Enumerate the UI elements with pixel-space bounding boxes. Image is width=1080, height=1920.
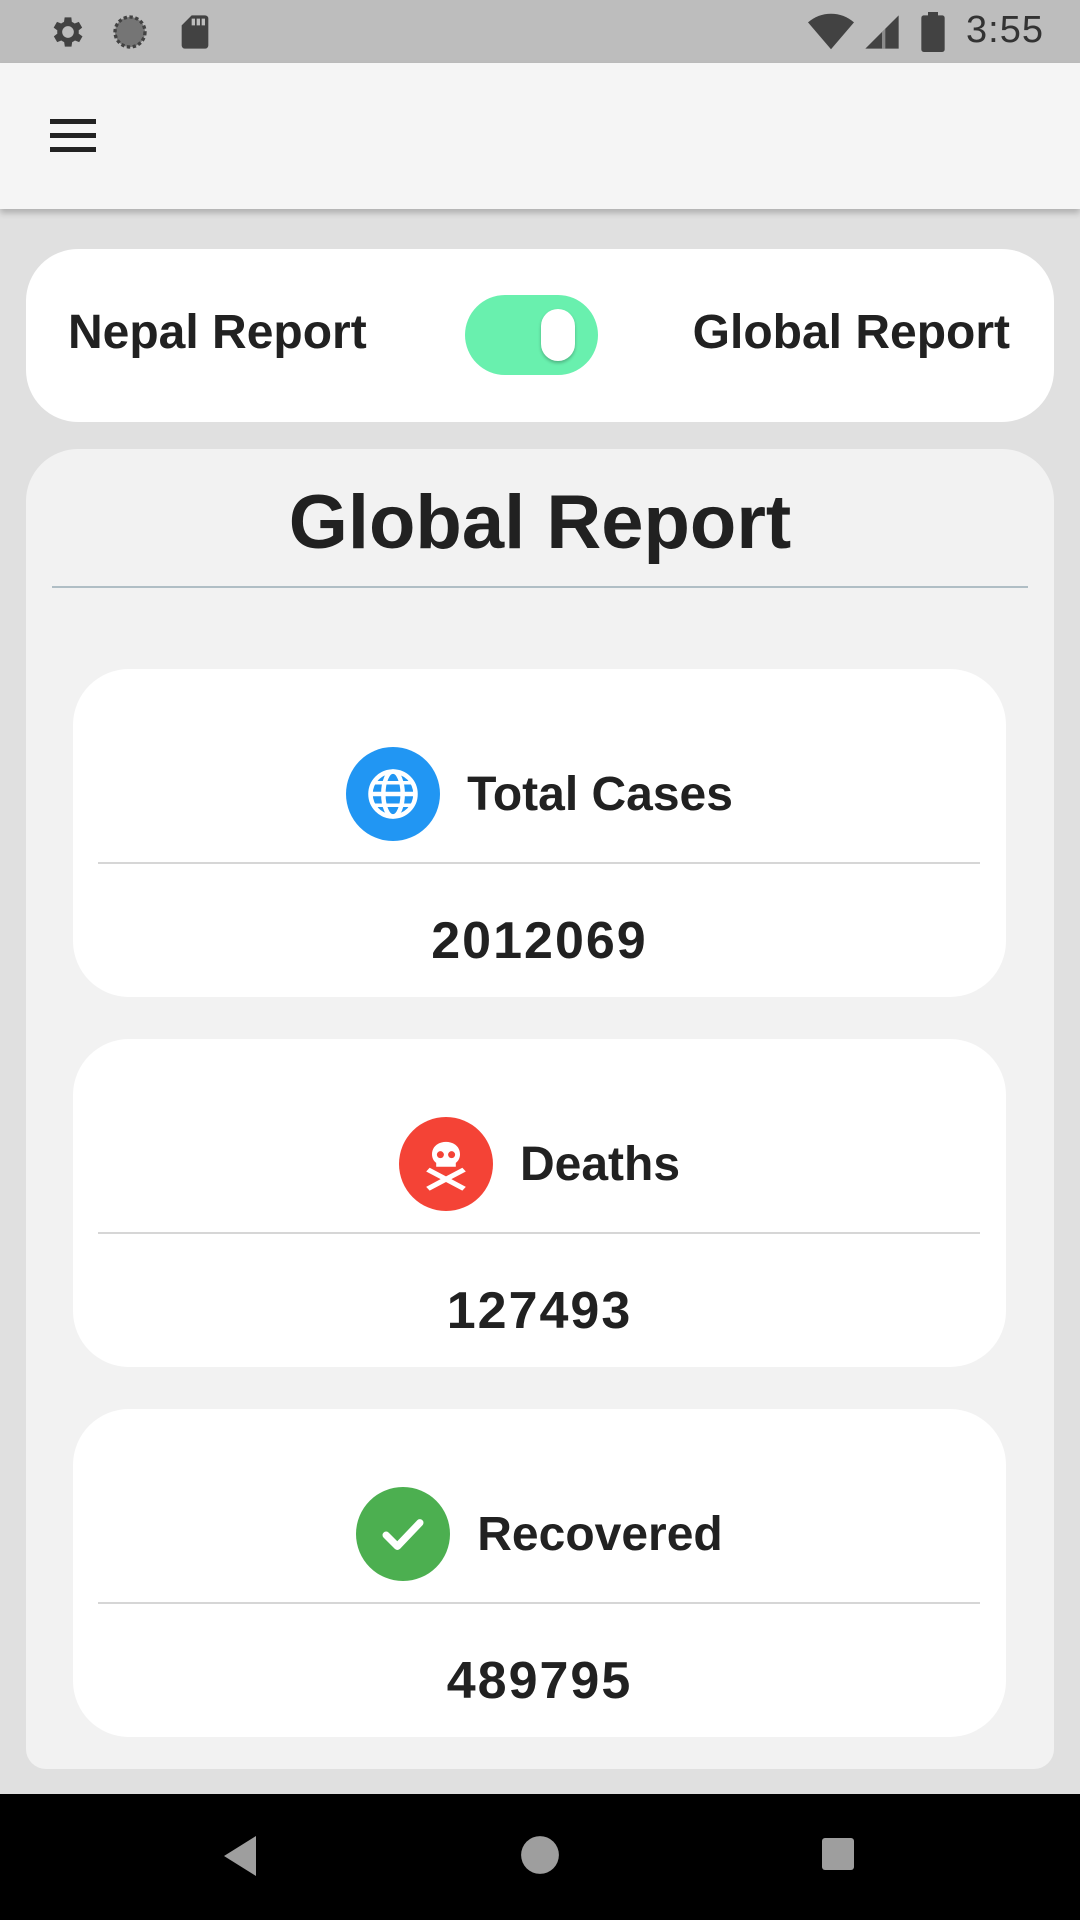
switch-knob xyxy=(541,309,575,361)
stat-header: Recovered xyxy=(73,1487,1006,1581)
stat-header: Total Cases xyxy=(73,747,1006,841)
stat-value: 2012069 xyxy=(431,912,648,970)
stat-card-deaths: Deaths 127493 xyxy=(73,1039,1006,1367)
stat-label: Total Cases xyxy=(467,767,733,821)
global-report-label: Global Report xyxy=(692,306,1010,359)
report-toggle-switch[interactable] xyxy=(465,295,598,375)
wifi-icon xyxy=(808,13,854,50)
stat-divider xyxy=(98,1602,980,1604)
battery-icon xyxy=(921,12,945,52)
page-title: Global Report xyxy=(288,480,792,565)
check-icon xyxy=(356,1487,451,1581)
recents-icon[interactable] xyxy=(820,1836,856,1872)
stat-value: 489795 xyxy=(446,1652,633,1710)
stat-label: Recovered xyxy=(477,1507,723,1561)
hamburger-menu-icon[interactable] xyxy=(40,109,106,165)
back-icon[interactable] xyxy=(220,1834,260,1878)
home-icon[interactable] xyxy=(519,1834,561,1876)
status-time: 3:55 xyxy=(966,9,1044,51)
stat-divider xyxy=(98,862,980,864)
stat-card-total-cases: Total Cases 2012069 xyxy=(73,669,1006,997)
globe-icon xyxy=(346,747,441,841)
app-bar xyxy=(0,63,1080,209)
stat-label: Deaths xyxy=(519,1137,681,1191)
settings-icon xyxy=(53,17,83,47)
sd-card-icon xyxy=(181,15,209,49)
stat-card-recovered: Recovered 489795 xyxy=(73,1409,1006,1737)
system-nav-bar xyxy=(0,1794,1080,1920)
sync-icon xyxy=(113,15,147,49)
nepal-report-label: Nepal Report xyxy=(68,306,367,359)
title-divider xyxy=(52,586,1028,588)
status-bar: 3:55 xyxy=(0,0,1080,63)
signal-icon xyxy=(865,15,899,49)
stat-divider xyxy=(98,1232,980,1234)
stat-header: Deaths xyxy=(73,1117,1006,1211)
stat-value: 127493 xyxy=(446,1282,633,1340)
skull-crossbones-icon xyxy=(398,1117,493,1211)
report-card: Global Report Total Cases 2012069 Deaths… xyxy=(26,449,1054,1769)
